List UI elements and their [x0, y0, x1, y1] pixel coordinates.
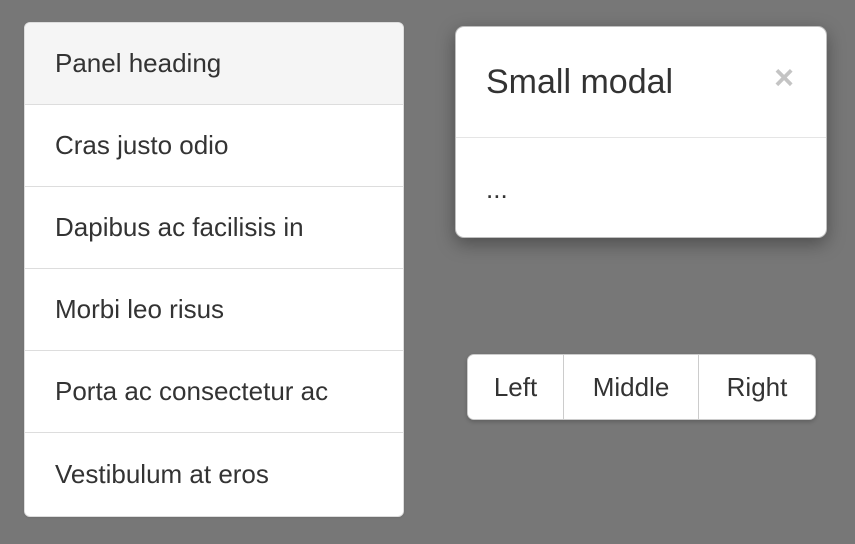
button-group: Left Middle Right — [467, 354, 816, 420]
right-button[interactable]: Right — [699, 355, 815, 419]
list-item-cras-justo-odio[interactable]: Cras justo odio — [25, 105, 403, 187]
modal-body: ... — [486, 174, 508, 204]
list-panel: Panel heading Cras justo odio Dapibus ac… — [24, 22, 404, 517]
list-item-porta[interactable]: Porta ac consectetur ac — [25, 351, 403, 433]
small-modal: Small modal × ... — [455, 26, 827, 238]
close-icon[interactable]: × — [774, 61, 794, 95]
left-button[interactable]: Left — [468, 355, 564, 419]
panel-heading: Panel heading — [25, 23, 403, 105]
list-item-vestibulum[interactable]: Vestibulum at eros — [25, 433, 403, 515]
list-item-morbi-leo-risus[interactable]: Morbi leo risus — [25, 269, 403, 351]
list-item-dapibus[interactable]: Dapibus ac facilisis in — [25, 187, 403, 269]
middle-button[interactable]: Middle — [564, 355, 699, 419]
modal-header: Small modal × — [456, 27, 826, 138]
modal-title: Small modal — [486, 62, 674, 101]
